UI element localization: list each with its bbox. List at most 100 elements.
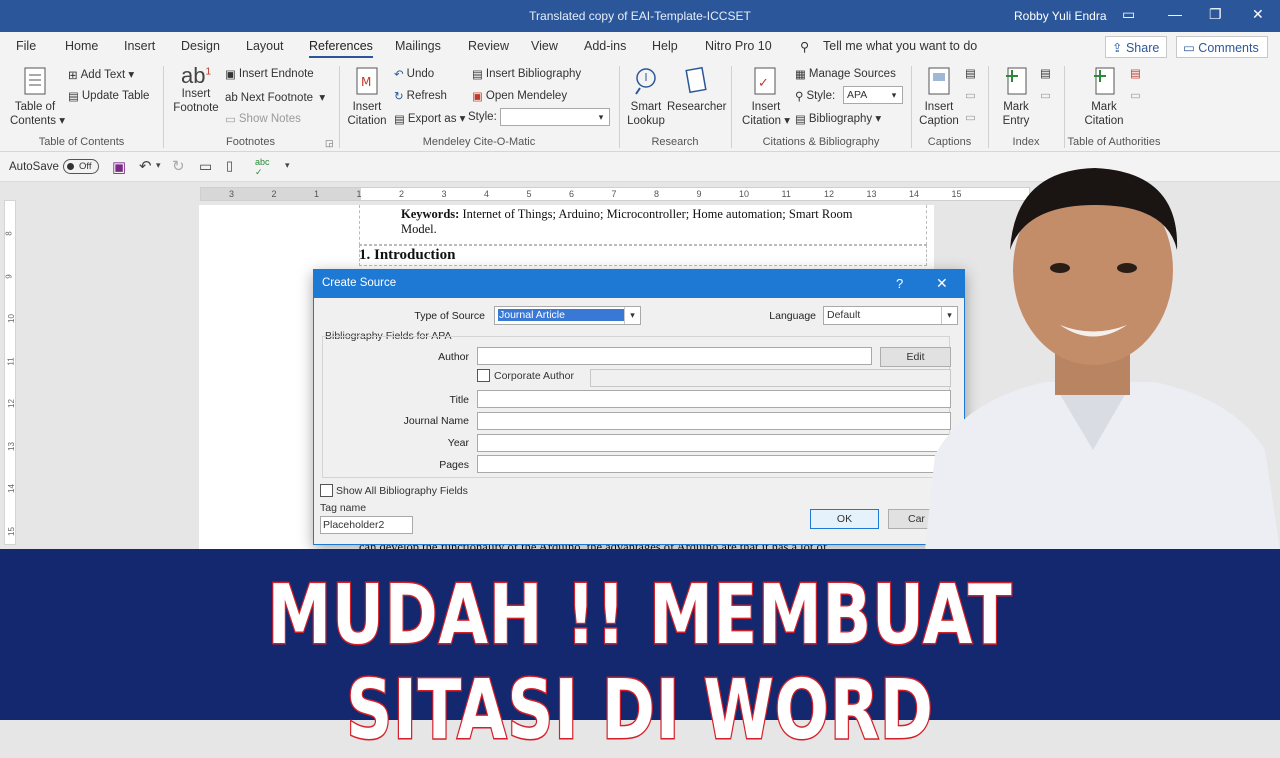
add-text-button[interactable]: ⊞ Add Text ▾: [68, 67, 134, 82]
mendeley-insert-label-2: Citation: [347, 115, 387, 127]
bibliography-label: Bibliography: [808, 113, 873, 125]
tab-view[interactable]: View: [531, 39, 558, 53]
corporate-author-checkbox[interactable]: [477, 369, 490, 382]
type-of-source-select[interactable]: Journal Article ▾: [494, 306, 641, 325]
tab-help[interactable]: Help: [652, 39, 678, 53]
mendeley-export-button[interactable]: ▤ Export as ▾: [394, 111, 465, 126]
insert-citation-button[interactable]: ✓ Insert Citation ▾: [742, 66, 790, 128]
bibliography-icon: ▤: [795, 113, 806, 126]
journal-name-field[interactable]: [477, 412, 951, 430]
insert-endnote-button[interactable]: ▣ Insert Endnote: [225, 67, 314, 81]
insert-caption-label-1: Insert: [924, 101, 954, 113]
update-authorities-icon[interactable]: ▭: [1130, 88, 1141, 102]
dialog-title: Create Source: [322, 277, 397, 289]
vertical-ruler[interactable]: 8910111213141516: [4, 200, 16, 578]
smart-lookup-icon: [635, 68, 656, 95]
insert-citation-icon: ✓: [754, 67, 776, 95]
chevron-down-icon: ▾: [891, 90, 897, 100]
mark-entry-button[interactable]: Mark Entry: [996, 66, 1036, 128]
ribbon-display-icon[interactable]: ▭: [1122, 6, 1135, 23]
smart-lookup-label-2: Lookup: [627, 115, 665, 127]
tab-add-ins[interactable]: Add-ins: [584, 39, 626, 53]
open-folder-icon[interactable]: ▭: [199, 158, 212, 175]
bibliography-button[interactable]: ▤ Bibliography ▾: [795, 111, 881, 126]
vruler-tick-label: 15: [6, 526, 16, 536]
tab-design[interactable]: Design: [181, 39, 220, 53]
ruler-tick-label: 11: [781, 189, 791, 199]
help-icon[interactable]: ?: [896, 276, 903, 291]
undo-dropdown-icon[interactable]: ▾: [156, 160, 161, 171]
researcher-button[interactable]: Researcher: [667, 66, 726, 114]
pages-field[interactable]: [477, 455, 951, 473]
manage-sources-button[interactable]: ▦ Manage Sources: [795, 67, 896, 81]
update-table-figures-icon[interactable]: ▭: [965, 88, 976, 102]
banner-title: MUDAH !! MEMBUAT SITASI DI WORD: [266, 567, 1013, 758]
insert-footnote-button[interactable]: ab1 Insert Footnote: [170, 65, 222, 115]
mendeley-insert-label-1: Insert: [352, 101, 382, 113]
redo-icon[interactable]: ↻: [172, 157, 185, 175]
year-field[interactable]: [477, 434, 951, 452]
keywords-text: Internet of Things; Arduino; Microcontro…: [462, 207, 853, 221]
author-field[interactable]: [477, 347, 872, 365]
insert-footnote-label-2: Footnote: [173, 102, 219, 115]
insert-index-icon[interactable]: ▤: [1040, 66, 1051, 80]
ok-button[interactable]: OK: [810, 509, 879, 529]
tab-home[interactable]: Home: [65, 39, 98, 53]
manage-sources-icon: ▦: [795, 69, 806, 81]
corporate-author-field[interactable]: [590, 369, 951, 387]
update-index-icon[interactable]: ▭: [1040, 88, 1051, 102]
spelling-check-icon[interactable]: abc ✓: [255, 157, 270, 178]
mendeley-refresh-button[interactable]: ↻ Refresh: [394, 89, 447, 103]
ruler-tick-label: 8: [654, 189, 660, 199]
style-icon: ⚲: [795, 91, 804, 103]
svg-text:✓: ✓: [758, 76, 769, 91]
ruler-tick-label: 4: [484, 189, 490, 199]
mendeley-style-select[interactable]: ▾: [500, 108, 610, 126]
insert-citation-label-2: Citation: [742, 115, 782, 127]
tab-review[interactable]: Review: [468, 39, 509, 53]
comment-icon: ▭: [1183, 41, 1195, 55]
smart-lookup-button[interactable]: Smart Lookup: [624, 66, 668, 128]
customize-qat-icon[interactable]: ▾: [285, 160, 290, 171]
restore-icon[interactable]: ❐: [1209, 6, 1222, 23]
vruler-tick-label: 11: [6, 356, 16, 366]
table-of-contents-button[interactable]: Table of Contents ▾: [10, 66, 65, 128]
insert-bibliography-button[interactable]: ▤ Insert Bibliography: [472, 67, 581, 81]
show-notes-button[interactable]: ▭ Show Notes: [225, 112, 301, 126]
tell-me-input[interactable]: Tell me what you want to do: [823, 39, 977, 53]
print-preview-icon[interactable]: ▯: [226, 158, 233, 174]
close-icon[interactable]: ✕: [1252, 6, 1264, 23]
tab-nitro[interactable]: Nitro Pro 10: [705, 39, 772, 53]
autosave-toggle[interactable]: Off: [63, 159, 99, 174]
citation-style-select[interactable]: APA ▾: [843, 86, 903, 104]
tab-references[interactable]: References: [309, 39, 373, 58]
comments-label: Comments: [1198, 41, 1259, 55]
tab-insert[interactable]: Insert: [124, 39, 155, 53]
tab-mailings[interactable]: Mailings: [395, 39, 441, 53]
insert-table-of-authorities-icon[interactable]: ▤: [1130, 66, 1141, 80]
footnotes-launcher-icon[interactable]: ◲: [325, 138, 334, 149]
title-field[interactable]: [477, 390, 951, 408]
insert-caption-button[interactable]: Insert Caption: [916, 66, 962, 128]
mendeley-undo-button[interactable]: ↶ Undo: [394, 67, 434, 81]
tab-file[interactable]: File: [16, 39, 36, 53]
tag-name-field[interactable]: Placeholder2: [320, 516, 413, 534]
undo-icon: ↶: [394, 69, 404, 81]
tab-layout[interactable]: Layout: [246, 39, 284, 53]
mendeley-insert-citation-button[interactable]: M Insert Citation: [344, 66, 390, 128]
show-all-fields-checkbox[interactable]: [320, 484, 333, 497]
user-name[interactable]: Robby Yuli Endra: [1014, 9, 1107, 23]
update-table-button[interactable]: ▤ Update Table: [68, 89, 149, 103]
open-mendeley-button[interactable]: ▣ Open Mendeley: [472, 89, 567, 103]
search-icon[interactable]: ⚲: [800, 39, 809, 54]
cross-reference-icon[interactable]: ▭: [965, 110, 976, 124]
save-icon[interactable]: ▣: [112, 158, 126, 176]
insert-table-of-figures-icon[interactable]: ▤: [965, 66, 976, 80]
minimize-icon[interactable]: —: [1168, 6, 1182, 22]
mark-citation-button[interactable]: Mark Citation: [1082, 66, 1126, 128]
next-footnote-button[interactable]: ab Next Footnote ▾: [225, 90, 325, 104]
comments-button[interactable]: ▭ Comments: [1176, 36, 1268, 58]
undo-icon[interactable]: ↶: [139, 157, 152, 175]
share-button[interactable]: ⇪ Share: [1105, 36, 1167, 58]
insert-caption-label-2: Caption: [919, 115, 959, 127]
